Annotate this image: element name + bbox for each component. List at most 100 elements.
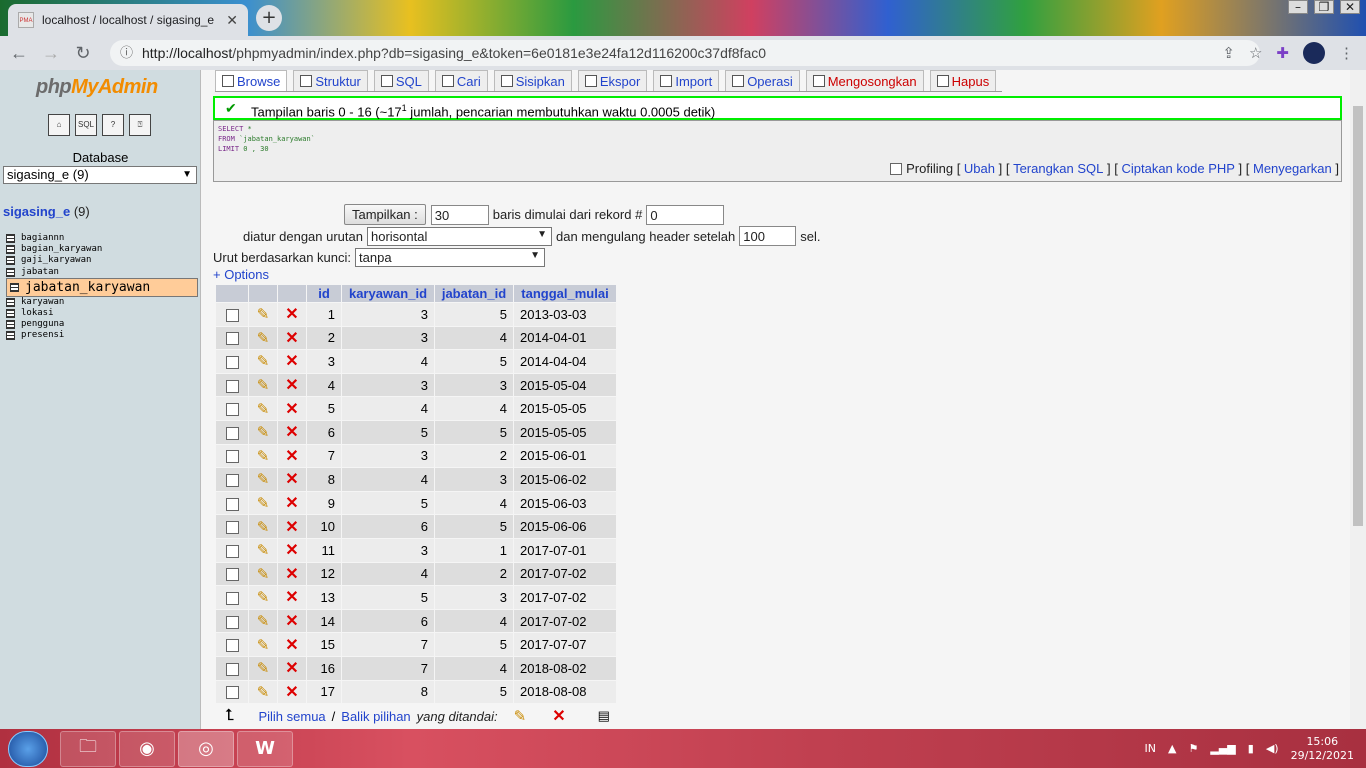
battery-icon[interactable]: ▮ [1248, 742, 1254, 755]
edit-pencil-icon[interactable]: ✎ [257, 566, 270, 583]
delete-x-icon[interactable]: ✕ [285, 448, 298, 465]
sql-query-icon[interactable]: SQL [75, 114, 97, 136]
row-checkbox[interactable] [225, 356, 239, 370]
edit-pencil-icon[interactable]: ✎ [257, 589, 270, 606]
edit-pencil-icon[interactable]: ✎ [257, 424, 270, 441]
edit-pencil-icon[interactable]: ✎ [257, 637, 270, 654]
edit-pencil-icon[interactable]: ✎ [257, 519, 270, 536]
volume-icon[interactable]: ◀) [1266, 742, 1279, 755]
close-window-icon[interactable]: ✕ [1340, 0, 1360, 14]
new-tab-button[interactable]: + [256, 5, 282, 31]
edit-pencil-icon[interactable]: ✎ [257, 448, 270, 465]
row-checkbox[interactable] [225, 686, 239, 700]
show-button[interactable]: Tampilkan : [344, 204, 426, 225]
delete-x-icon[interactable]: ✕ [285, 660, 298, 677]
export-selected-icon[interactable]: ▤ [598, 708, 610, 724]
edit-pencil-icon[interactable]: ✎ [257, 306, 270, 323]
select-all-link[interactable]: Pilih semua [258, 709, 325, 724]
delete-x-icon[interactable]: ✕ [285, 613, 298, 630]
start-record-input[interactable]: 0 [646, 204, 725, 225]
help-icon[interactable]: ⍰ [129, 114, 151, 136]
tab-browse[interactable]: Browse [215, 70, 288, 91]
sort-key-select[interactable]: tanpa ▼ [355, 248, 546, 267]
row-checkbox[interactable] [225, 473, 239, 487]
minimize-icon[interactable]: – [1288, 0, 1308, 14]
table-icon[interactable] [6, 320, 15, 330]
sidebar-table-item[interactable]: gaji_karyawan [6, 255, 198, 266]
rows-input[interactable]: 30 [430, 204, 489, 225]
site-info-icon[interactable]: ⓘ [120, 40, 133, 66]
delete-x-icon[interactable]: ✕ [285, 542, 298, 559]
tab-cari[interactable]: Cari [434, 70, 488, 91]
edit-pencil-icon[interactable]: ✎ [257, 613, 270, 630]
sidebar-table-item[interactable]: karyawan [6, 297, 198, 308]
delete-selected-icon[interactable]: ✕ [552, 706, 565, 726]
forward-icon[interactable]: → [38, 43, 64, 64]
column-header-jabatan_id[interactable]: jabatan_id [435, 285, 513, 302]
url-input[interactable]: ⓘ http://localhost/phpmyadmin/index.php?… [110, 40, 1260, 66]
tab-ekspor[interactable]: Ekspor [577, 70, 648, 91]
delete-x-icon[interactable]: ✕ [285, 353, 298, 370]
delete-x-icon[interactable]: ✕ [285, 377, 298, 394]
tab-struktur[interactable]: Struktur [293, 70, 368, 91]
reload-icon[interactable]: ↻ [70, 43, 96, 64]
explain-sql-link[interactable]: Terangkan SQL [1013, 161, 1103, 176]
sidebar-table-item[interactable]: bagian_karyawan [6, 244, 198, 255]
edit-pencil-icon[interactable]: ✎ [257, 401, 270, 418]
phpmyadmin-logo[interactable]: phpMyAdmin [36, 76, 158, 99]
clock[interactable]: 15:06 29/12/2021 [1291, 735, 1354, 763]
repeat-header-input[interactable]: 100 [739, 226, 797, 246]
browser-tab[interactable]: PMA localhost / localhost / sigasing_e ✕ [8, 4, 248, 36]
row-checkbox[interactable] [225, 568, 239, 582]
table-icon[interactable] [6, 297, 15, 307]
tab-operasi[interactable]: Operasi [725, 70, 800, 91]
row-checkbox[interactable] [225, 403, 239, 417]
edit-pencil-icon[interactable]: ✎ [257, 542, 270, 559]
row-checkbox[interactable] [225, 615, 239, 629]
bookmark-star-icon[interactable]: ☆ [1249, 44, 1262, 62]
table-icon[interactable] [10, 282, 19, 292]
row-checkbox[interactable] [225, 544, 239, 558]
table-icon[interactable] [6, 245, 15, 255]
maximize-icon[interactable]: ❐ [1314, 0, 1334, 14]
delete-x-icon[interactable]: ✕ [285, 495, 298, 512]
explorer-icon[interactable]: 🗀 [60, 730, 116, 767]
tab-hapus[interactable]: Hapus [929, 70, 997, 91]
page-scrollbar[interactable] [1350, 70, 1366, 729]
column-header-tanggal_mulai[interactable]: tanggal_mulai [514, 285, 616, 302]
delete-x-icon[interactable]: ✕ [285, 330, 298, 347]
edit-link[interactable]: Ubah [964, 161, 995, 176]
tray-arrow-icon[interactable]: ▲ [1168, 742, 1176, 755]
row-checkbox[interactable] [225, 521, 239, 535]
database-select[interactable]: sigasing_e (9) ▼ [3, 166, 197, 184]
delete-x-icon[interactable]: ✕ [285, 519, 298, 536]
share-icon[interactable]: ⇪ [1222, 44, 1235, 62]
sidebar-table-item[interactable]: presensi [6, 330, 198, 341]
language-indicator[interactable]: IN [1145, 742, 1156, 755]
options-link[interactable]: + Options [213, 267, 269, 282]
tab-mengosongkan[interactable]: Mengosongkan [805, 70, 924, 91]
delete-x-icon[interactable]: ✕ [285, 401, 298, 418]
row-checkbox[interactable] [225, 332, 239, 346]
row-checkbox[interactable] [225, 639, 239, 653]
extensions-icon[interactable]: ✚ [1276, 44, 1289, 62]
word-icon[interactable]: W [237, 730, 293, 767]
column-header-karyawan_id[interactable]: karyawan_id [342, 285, 434, 302]
row-checkbox[interactable] [225, 497, 239, 511]
row-checkbox[interactable] [225, 379, 239, 393]
edit-selected-icon[interactable]: ✎ [514, 707, 527, 725]
row-checkbox[interactable] [225, 426, 239, 440]
tab-sql[interactable]: SQL [373, 70, 429, 91]
row-checkbox[interactable] [225, 591, 239, 605]
delete-x-icon[interactable]: ✕ [285, 424, 298, 441]
order-select[interactable]: horisontal ▼ [366, 226, 552, 246]
edit-pencil-icon[interactable]: ✎ [257, 471, 270, 488]
tab-import[interactable]: Import [653, 70, 720, 91]
sidebar-table-item[interactable]: jabatan_karyawan [6, 277, 198, 297]
column-header-id[interactable]: id [307, 285, 341, 302]
delete-x-icon[interactable]: ✕ [285, 566, 298, 583]
scrollbar-thumb[interactable] [1353, 106, 1363, 526]
action-center-flag-icon[interactable]: ⚑ [1189, 742, 1199, 755]
sidebar-table-item[interactable]: pengguna [6, 319, 198, 330]
edit-pencil-icon[interactable]: ✎ [257, 495, 270, 512]
